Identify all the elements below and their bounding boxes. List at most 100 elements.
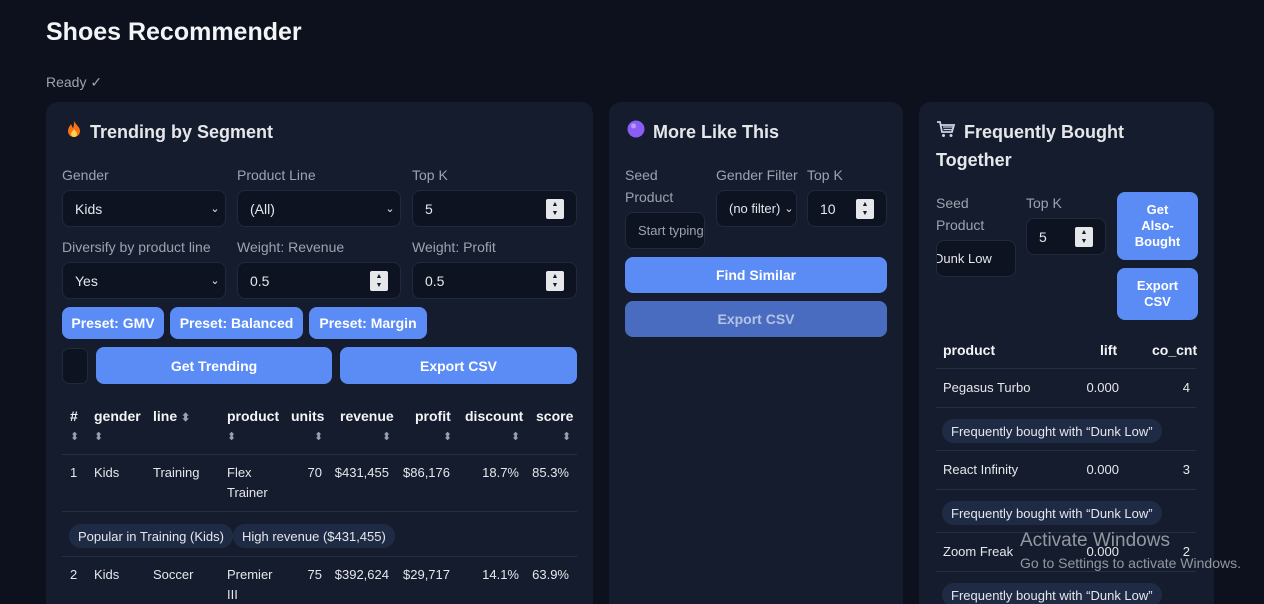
col-profit[interactable]: profit xyxy=(415,408,451,424)
get-trending-button[interactable]: Get Trending xyxy=(96,347,332,384)
gender-select[interactable]: Kids ⌄ xyxy=(62,190,226,227)
topk-input[interactable]: 5 ▲ ▼ xyxy=(1026,218,1106,255)
stepper-icon[interactable]: ▲ ▼ xyxy=(546,198,564,219)
cell-product: React Infinity xyxy=(943,462,1019,477)
col-product[interactable]: product xyxy=(943,342,995,358)
stepper-icon[interactable]: ▲ ▼ xyxy=(370,270,388,291)
cell-units: 75 xyxy=(307,567,322,582)
sort-icon[interactable]: ⬍ xyxy=(382,430,391,443)
trending-panel: Trending by Segment Gender Kids ⌄ Product… xyxy=(46,102,593,604)
topk-value: 5 xyxy=(425,200,433,217)
divider xyxy=(62,454,577,455)
weight-revenue-input[interactable]: 0.5 ▲ ▼ xyxy=(237,262,401,299)
gender-value: Kids xyxy=(75,200,103,217)
chevron-down-icon: ⌄ xyxy=(784,203,794,215)
find-similar-button[interactable]: Find Similar xyxy=(625,257,887,293)
similar-title-text: More Like This xyxy=(653,122,780,142)
cell-profit: $29,717 xyxy=(403,567,450,582)
cell-revenue: $431,455 xyxy=(334,465,389,480)
product-line-value: (All) xyxy=(250,200,275,217)
sort-icon[interactable]: ⬍ xyxy=(70,430,79,443)
product-line-select[interactable]: (All) ⌄ xyxy=(237,190,401,227)
preset-margin-button[interactable]: Preset: Margin xyxy=(309,307,427,339)
export-csv-button[interactable]: Export CSV xyxy=(1117,268,1198,320)
cell-lift: 0.000 xyxy=(1086,462,1119,477)
sort-icon[interactable]: ⬍ xyxy=(314,430,323,443)
also-title: Frequently Bought Together xyxy=(936,118,1124,174)
col-line[interactable]: line ⬍ xyxy=(153,408,190,424)
sort-icon[interactable]: ⬍ xyxy=(227,430,236,443)
status-text: Ready ✓ xyxy=(46,74,103,90)
cell-co-cnt: 3 xyxy=(1182,462,1190,477)
stepper-icon[interactable]: ▲ ▼ xyxy=(546,270,564,291)
col-gender[interactable]: gender xyxy=(94,408,141,424)
col-co-cnt[interactable]: co_cnt xyxy=(1152,342,1197,358)
cell-co-cnt: 4 xyxy=(1182,380,1190,395)
gender-filter-value: (no filter) xyxy=(729,201,781,216)
divider xyxy=(936,407,1196,408)
cell-product-line2: III xyxy=(227,587,238,602)
sort-icon[interactable]: ⬍ xyxy=(562,430,571,443)
cell-line: Soccer xyxy=(153,567,194,582)
reason-tag: Frequently bought with “Dunk Low” xyxy=(942,583,1162,604)
seed-product-input[interactable]: Start typing xyxy=(625,212,705,249)
export-csv-button[interactable]: Export CSV xyxy=(340,347,577,384)
seed-label: Seed Product xyxy=(625,164,673,208)
reason-tag: Frequently bought with “Dunk Low” xyxy=(942,419,1162,443)
sort-icon[interactable]: ⬍ xyxy=(443,430,452,443)
seed-product-input[interactable]: Dunk Low xyxy=(936,240,1016,277)
cell-gender: Kids xyxy=(94,567,120,582)
also-title-line1: Frequently Bought xyxy=(964,122,1124,142)
sort-icon[interactable]: ⬍ xyxy=(511,430,520,443)
topk-input[interactable]: 10 ▲ ▼ xyxy=(807,190,887,227)
col-product[interactable]: product xyxy=(227,408,279,424)
sort-icon[interactable]: ⬍ xyxy=(94,430,103,443)
col-line-label: line xyxy=(153,408,178,424)
get-also-label-b: Also- xyxy=(1141,218,1174,233)
chevron-down-icon: ⌄ xyxy=(210,203,220,215)
col-revenue[interactable]: revenue xyxy=(340,408,394,424)
cell-line: Training xyxy=(153,465,200,480)
gender-filter-label: Gender Filter xyxy=(716,167,798,183)
diversify-value: Yes xyxy=(75,272,98,289)
weight-profit-input[interactable]: 0.5 ▲ ▼ xyxy=(412,262,577,299)
seed-label-b: Product xyxy=(936,217,985,233)
divider xyxy=(62,511,577,512)
weight-revenue-value: 0.5 xyxy=(250,272,270,289)
stepper-icon[interactable]: ▲ ▼ xyxy=(856,198,874,219)
cell-gender: Kids xyxy=(94,465,120,480)
color-swatch[interactable] xyxy=(62,348,88,384)
export-csv-button[interactable]: Export CSV xyxy=(625,301,887,337)
trending-title-text: Trending by Segment xyxy=(90,122,274,142)
cell-product-line2: Trainer xyxy=(227,485,268,500)
weight-profit-value: 0.5 xyxy=(425,272,445,289)
cell-units: 70 xyxy=(307,465,322,480)
diversify-select[interactable]: Yes ⌄ xyxy=(62,262,226,299)
get-also-bought-button[interactable]: Get Also- Bought xyxy=(1117,192,1198,260)
divider xyxy=(62,556,577,557)
cell-rank: 1 xyxy=(70,465,78,480)
stepper-icon[interactable]: ▲ ▼ xyxy=(1075,226,1093,247)
preset-gmv-button[interactable]: Preset: GMV xyxy=(62,307,164,339)
col-discount[interactable]: discount xyxy=(465,408,523,424)
col-lift[interactable]: lift xyxy=(1100,342,1117,358)
seed-label: Seed Product xyxy=(936,192,984,236)
seed-placeholder: Start typing xyxy=(638,223,704,238)
preset-balanced-button[interactable]: Preset: Balanced xyxy=(170,307,303,339)
topk-input[interactable]: 5 ▲ ▼ xyxy=(412,190,577,227)
seed-label-a: Seed xyxy=(936,195,969,211)
seed-label-a: Seed xyxy=(625,167,658,183)
similar-title: More Like This xyxy=(627,118,779,146)
cell-product: Pegasus Turbo xyxy=(943,380,1031,395)
col-units[interactable]: units xyxy=(291,408,324,424)
weight-revenue-label: Weight: Revenue xyxy=(237,239,345,255)
trending-title: Trending by Segment xyxy=(66,118,273,146)
activation-watermark-title: Activate Windows xyxy=(1020,530,1170,551)
export-label-a: Export xyxy=(1136,278,1179,293)
col-score[interactable]: score xyxy=(536,408,573,424)
col-rank[interactable]: # xyxy=(70,408,78,424)
divider xyxy=(936,571,1196,572)
gender-filter-select[interactable]: (no filter) ⌄ xyxy=(716,190,797,227)
cell-discount: 18.7% xyxy=(482,465,519,480)
app-title: Shoes Recommender xyxy=(46,18,302,46)
